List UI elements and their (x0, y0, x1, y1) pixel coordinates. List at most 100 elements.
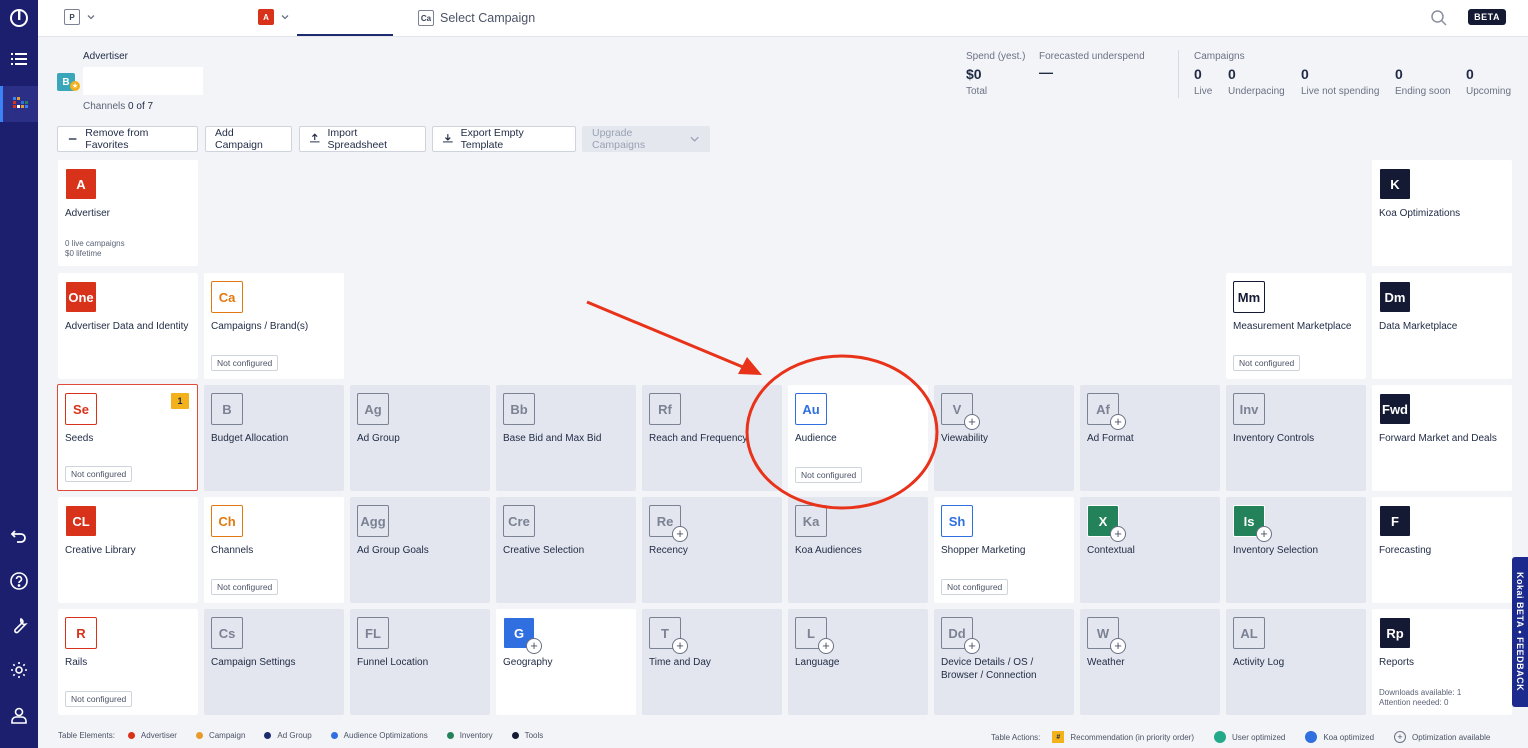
tile-reports[interactable]: Rp Reports Downloads available: 1 Attenti… (1372, 609, 1512, 715)
advertiser-selector[interactable]: A (258, 9, 290, 25)
tile-label: Measurement Marketplace (1233, 321, 1352, 332)
tile-channels[interactable]: Ch Channels Not configured (204, 497, 344, 603)
stat-ending-soon-value[interactable]: 0 (1395, 66, 1403, 82)
tile-creative-selection[interactable]: Cre Creative Selection (496, 497, 636, 603)
tile-campaign-settings[interactable]: Cs Campaign Settings (204, 609, 344, 715)
tile-forward-market[interactable]: Fwd Forward Market and Deals (1372, 385, 1512, 491)
tiles-icon[interactable] (0, 86, 38, 122)
campaign-selector[interactable]: Ca Select Campaign (418, 10, 535, 26)
tile-funnel-location[interactable]: FL Funnel Location (350, 609, 490, 715)
plus-circle-icon: + (672, 526, 688, 542)
tile-symbol: Bb (503, 393, 535, 425)
partner-selector[interactable]: P (64, 9, 96, 25)
tile-advertiser-data[interactable]: One Advertiser Data and Identity (58, 273, 198, 379)
add-campaign-button[interactable]: Add Campaign (205, 126, 292, 152)
tile-rails[interactable]: R Rails Not configured (58, 609, 198, 715)
export-template-button[interactable]: Export Empty Template (432, 126, 576, 152)
chevron-down-icon (690, 136, 699, 142)
tile-contextual[interactable]: X + Contextual (1080, 497, 1220, 603)
legend-dot (511, 732, 519, 739)
tile-label: Seeds (65, 433, 94, 444)
tile-koa-optimizations[interactable]: K Koa Optimizations (1372, 160, 1512, 266)
status-badge: Not configured (65, 691, 133, 707)
search-icon[interactable] (1430, 9, 1448, 27)
tile-extra: Downloads available: 1 Attention needed: … (1379, 688, 1461, 708)
help-icon[interactable] (0, 563, 38, 599)
stat-not-spending-label: Live not spending (1301, 86, 1380, 97)
lifetime-text: $0 lifetime (65, 249, 102, 258)
stat-not-spending-value[interactable]: 0 (1301, 66, 1309, 82)
tile-forecasting[interactable]: F Forecasting (1372, 497, 1512, 603)
tile-recency[interactable]: Re + Recency (642, 497, 782, 603)
tile-label: Recency (649, 545, 688, 556)
tile-label: Advertiser (65, 208, 111, 219)
tile-activity-log[interactable]: AL Activity Log (1226, 609, 1366, 715)
stat-live-value[interactable]: 0 (1194, 66, 1202, 82)
tile-label: Forward Market and Deals (1379, 433, 1497, 444)
undo-icon[interactable] (0, 518, 38, 554)
logo-icon[interactable] (0, 0, 38, 36)
tile-inventory-selection[interactable]: Is + Inventory Selection (1226, 497, 1366, 603)
feedback-tab[interactable]: Kokai BETA • FEEDBACK (1512, 557, 1528, 707)
tile-measurement-marketplace[interactable]: Mm Measurement Marketplace Not configure… (1226, 273, 1366, 379)
advertiser-name-field[interactable] (83, 67, 203, 95)
tile-ad-group[interactable]: Ag Ad Group (350, 385, 490, 491)
tile-symbol: Mm (1233, 281, 1265, 313)
tile-label: Contextual (1087, 545, 1135, 556)
tile-geography[interactable]: G + Geography (496, 609, 636, 715)
tile-device-details[interactable]: Dd + Device Details / OS / Browser / Con… (934, 609, 1074, 715)
tile-koa-audiences[interactable]: Ka Koa Audiences (788, 497, 928, 603)
list-icon[interactable] (0, 41, 38, 77)
tile-creative-library[interactable]: CL Creative Library (58, 497, 198, 603)
upgrade-campaigns-button[interactable]: Upgrade Campaigns (582, 126, 710, 152)
beta-badge[interactable]: BETA (1468, 9, 1506, 25)
tile-ad-format[interactable]: Af + Ad Format (1080, 385, 1220, 491)
tile-campaigns-brand[interactable]: Ca Campaigns / Brand(s) Not configured (204, 273, 344, 379)
export-label: Export Empty Template (460, 127, 524, 151)
advertiser-chip: A (258, 9, 274, 25)
tile-shopper-marketing[interactable]: Sh Shopper Marketing Not configured (934, 497, 1074, 603)
tile-label: Koa Optimizations (1379, 208, 1461, 219)
stat-live-label: Live (1194, 86, 1213, 97)
tile-label: Budget Allocation (211, 433, 289, 444)
gear-icon[interactable] (0, 652, 38, 688)
tile-ad-group-goals[interactable]: Agg Ad Group Goals (350, 497, 490, 603)
chevron-down-icon (87, 15, 95, 20)
tile-data-marketplace[interactable]: Dm Data Marketplace (1372, 273, 1512, 379)
legend-optimization-available: + Optimization available (1394, 731, 1490, 743)
stat-upcoming-value[interactable]: 0 (1466, 66, 1474, 82)
tile-language[interactable]: L + Language (788, 609, 928, 715)
attention-text: Attention needed: 0 (1379, 698, 1449, 707)
remove-favorites-button[interactable]: Remove from Favorites (57, 126, 198, 152)
plus-circle-icon: + (1394, 731, 1407, 743)
koa-optimized-icon (1305, 731, 1318, 743)
tile-advertiser[interactable]: A Advertiser 0 live campaigns $0 lifetime (58, 160, 198, 266)
tile-reach-frequency[interactable]: Rf Reach and Frequency (642, 385, 782, 491)
channels-count: Channels 0 of 7 (83, 101, 153, 112)
tile-audience[interactable]: Au Audience Not configured (788, 385, 928, 491)
tile-base-bid[interactable]: Bb Base Bid and Max Bid (496, 385, 636, 491)
status-badge: Not configured (941, 579, 1009, 595)
tile-label: Creative Selection (503, 545, 585, 556)
tile-symbol: Au (795, 393, 827, 425)
user-icon[interactable] (0, 697, 38, 733)
tile-inventory-controls[interactable]: Inv Inventory Controls (1226, 385, 1366, 491)
top-bar: P A Ca Select Campaign BETA (38, 0, 1528, 37)
stat-underpacing-value[interactable]: 0 (1228, 66, 1236, 82)
status-badge: Not configured (1233, 355, 1301, 371)
legend-title: Table Elements: (58, 731, 115, 740)
tile-weather[interactable]: W + Weather (1080, 609, 1220, 715)
tile-time-day[interactable]: T + Time and Day (642, 609, 782, 715)
tile-symbol: Rp (1379, 617, 1411, 649)
tile-viewability[interactable]: V + Viewability (934, 385, 1074, 491)
tile-label: Koa Audiences (795, 545, 862, 556)
plus-circle-icon: + (1110, 526, 1126, 542)
tile-budget-allocation[interactable]: B Budget Allocation (204, 385, 344, 491)
stat-ending-soon-label: Ending soon (1395, 86, 1451, 97)
wrench-icon[interactable] (0, 608, 38, 644)
legend-recommendation: # Recommendation (in priority order) (1052, 731, 1194, 743)
legend-label: User optimized (1231, 732, 1286, 742)
tile-seeds[interactable]: Se 1 Seeds Not configured (57, 384, 198, 491)
tile-label: Ad Group Goals (357, 545, 429, 556)
import-spreadsheet-button[interactable]: Import Spreadsheet (299, 126, 426, 152)
